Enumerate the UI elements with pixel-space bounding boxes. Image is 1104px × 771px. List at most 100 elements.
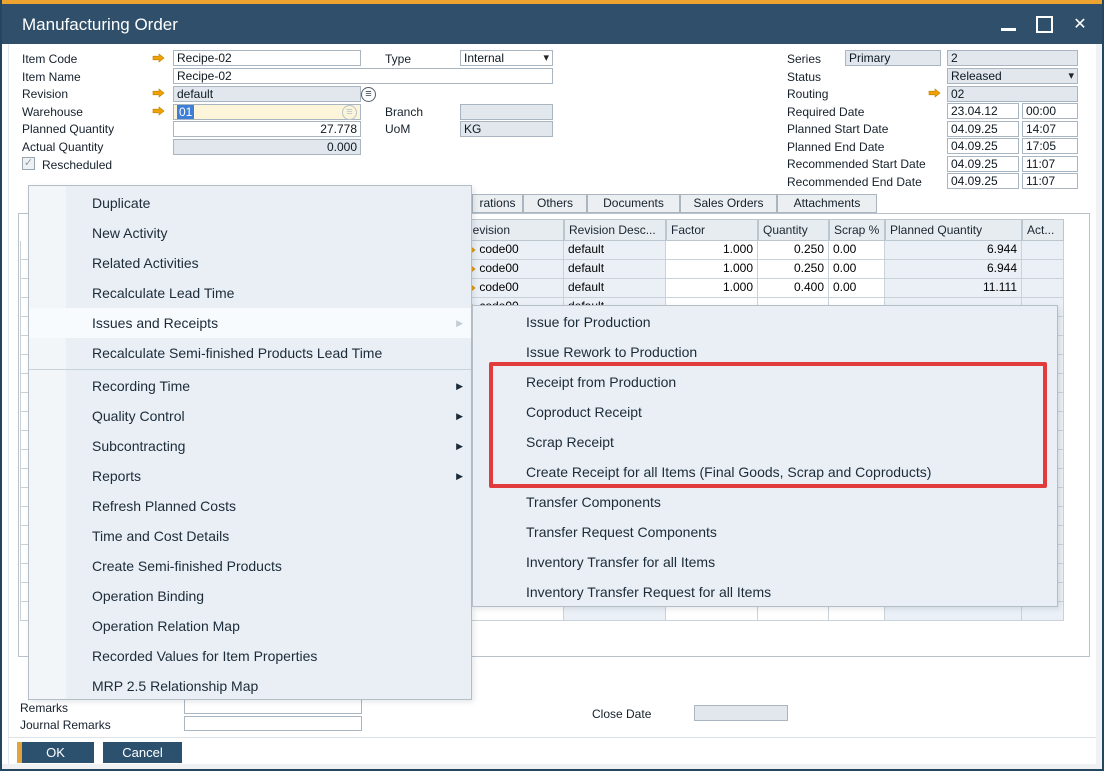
menu-item-reports[interactable]: Reports▶ [29,461,471,491]
uom-field[interactable]: KG [460,121,553,137]
branch-field[interactable] [460,104,553,120]
recommended-end-date-field[interactable]: 04.09.25 [947,173,1019,189]
cell-factor[interactable]: 1.000 [666,279,758,298]
planned-start-date-field[interactable]: 04.09.25 [947,121,1019,137]
item-name-field[interactable]: Recipe-02 [173,68,553,84]
cell-factor[interactable]: 1.000 [666,241,758,260]
cell-scrap[interactable]: 0.00 [829,279,885,298]
planned-end-time-field[interactable]: 17:05 [1022,138,1078,154]
submenu-item-issue-for-production[interactable]: Issue for Production [473,307,1057,337]
menu-item-recalculate-lead-time[interactable]: Recalculate Lead Time [29,278,471,308]
tab-attachments[interactable]: Attachments [777,194,877,213]
planned-quantity-field[interactable]: 27.778 [173,121,361,137]
submenu-item-transfer-components[interactable]: Transfer Components [473,487,1057,517]
rescheduled-checkbox[interactable] [22,157,35,170]
choose-from-list-icon[interactable] [361,87,376,102]
menu-item-recording-time[interactable]: Recording Time▶ [29,371,471,401]
recommended-end-time-field[interactable]: 11:07 [1022,173,1078,189]
submenu-item-inventory-transfer-for-all-items[interactable]: Inventory Transfer for all Items [473,547,1057,577]
cell-revision[interactable]: code00 [459,279,564,298]
menu-item-mrp-2-5-relationship-map[interactable]: MRP 2.5 Relationship Map [29,671,471,701]
cell-act[interactable] [1022,241,1064,260]
submenu-item-receipt-from-production[interactable]: Receipt from Production [473,367,1057,397]
cell-planned-quantity[interactable]: 6.944 [885,241,1022,260]
link-arrow-icon[interactable] [152,88,165,98]
choose-from-list-icon[interactable] [342,105,357,120]
submenu-item-transfer-request-components[interactable]: Transfer Request Components [473,517,1057,547]
cell-factor[interactable]: 1.000 [666,260,758,279]
close-date-field[interactable] [694,705,788,721]
cell-revision-desc[interactable]: default [564,279,666,298]
menu-item-recorded-values-for-item-properties[interactable]: Recorded Values for Item Properties [29,641,471,671]
type-combo[interactable]: Internal [460,50,553,66]
menu-item-recalculate-semi-finished-products-lead-time[interactable]: Recalculate Semi-finished Products Lead … [29,338,471,368]
submenu-arrow-icon: ▶ [456,401,463,431]
cell-planned-quantity[interactable]: 6.944 [885,260,1022,279]
menu-item-operation-relation-map[interactable]: Operation Relation Map [29,611,471,641]
actual-quantity-field[interactable]: 0.000 [173,139,361,155]
tab-sales-orders[interactable]: Sales Orders [680,194,777,213]
cancel-button[interactable]: Cancel [103,742,182,763]
submenu-arrow-icon: ▶ [456,371,463,401]
required-date-field[interactable]: 23.04.12 [947,103,1019,119]
cell-revision[interactable]: code00 [459,260,564,279]
menu-item-quality-control[interactable]: Quality Control▶ [29,401,471,431]
cell-planned-quantity[interactable]: 11.111 [885,279,1022,298]
planned-end-date-field[interactable]: 04.09.25 [947,138,1019,154]
status-combo[interactable]: Released [947,68,1078,84]
minimize-button[interactable] [996,12,1020,36]
menu-item-related-activities[interactable]: Related Activities [29,248,471,278]
link-arrow-icon[interactable] [152,106,165,116]
revision-field[interactable]: default [173,86,361,102]
menu-item-new-activity[interactable]: New Activity [29,218,471,248]
cell-quantity[interactable]: 0.400 [758,279,829,298]
menu-item-create-semi-finished-products[interactable]: Create Semi-finished Products [29,551,471,581]
titlebar[interactable]: Manufacturing Order [0,4,1104,44]
journal-remarks-label: Journal Remarks [20,718,111,732]
submenu-item-coproduct-receipt[interactable]: Coproduct Receipt [473,397,1057,427]
planned-start-time-field[interactable]: 14:07 [1022,121,1078,137]
recommended-start-date-field[interactable]: 04.09.25 [947,156,1019,172]
tab-documents[interactable]: Documents [587,194,680,213]
close-button[interactable] [1068,12,1092,36]
journal-remarks-field[interactable] [184,716,362,731]
series-field[interactable]: Primary [845,50,941,66]
series-number-field[interactable]: 2 [947,50,1078,66]
link-arrow-icon[interactable] [928,88,941,98]
column-header-planned-quantity: Planned Quantity [885,219,1022,241]
menu-item-operation-binding[interactable]: Operation Binding [29,581,471,611]
cell-scrap[interactable]: 0.00 [829,241,885,260]
ok-button[interactable]: OK [17,742,94,763]
submenu-item-issue-rework-to-production[interactable]: Issue Rework to Production [473,337,1057,367]
cell-quantity[interactable]: 0.250 [758,260,829,279]
submenu-item-scrap-receipt[interactable]: Scrap Receipt [473,427,1057,457]
menu-item-issues-and-receipts[interactable]: Issues and Receipts▶ [29,308,471,338]
required-time-field[interactable]: 00:00 [1022,103,1078,119]
recommended-start-time-field[interactable]: 11:07 [1022,156,1078,172]
close-date-label: Close Date [592,707,651,721]
routing-field[interactable]: 02 [947,86,1078,102]
menu-item-duplicate[interactable]: Duplicate [29,188,471,218]
cell-revision-desc[interactable]: default [564,260,666,279]
menu-item-refresh-planned-costs[interactable]: Refresh Planned Costs [29,491,471,521]
tab-others[interactable]: Others [523,194,587,213]
submenu-item-inventory-transfer-request-for-all-items[interactable]: Inventory Transfer Request for all Items [473,577,1057,607]
cell-revision-desc[interactable]: default [564,241,666,260]
cell-quantity[interactable]: 0.250 [758,241,829,260]
item-code-field[interactable]: Recipe-02 [173,50,361,66]
cell-revision[interactable]: code00 [459,241,564,260]
cell-scrap[interactable]: 0.00 [829,260,885,279]
maximize-button[interactable] [1032,12,1056,36]
warehouse-field[interactable]: 01 [173,104,361,120]
remarks-field[interactable] [184,699,362,714]
cell-act[interactable] [1022,279,1064,298]
tab-rations[interactable]: rations [472,194,523,213]
cell-act[interactable] [1022,260,1064,279]
column-header-factor: Factor [666,219,758,241]
submenu-item-create-receipt-for-all-items-final-goods-scrap-and-coproducts[interactable]: Create Receipt for all Items (Final Good… [473,457,1057,487]
menu-item-time-and-cost-details[interactable]: Time and Cost Details [29,521,471,551]
link-arrow-icon[interactable] [152,53,165,63]
menu-item-subcontracting[interactable]: Subcontracting▶ [29,431,471,461]
planned-quantity-label: Planned Quantity [22,122,114,136]
item-name-label: Item Name [22,70,81,84]
